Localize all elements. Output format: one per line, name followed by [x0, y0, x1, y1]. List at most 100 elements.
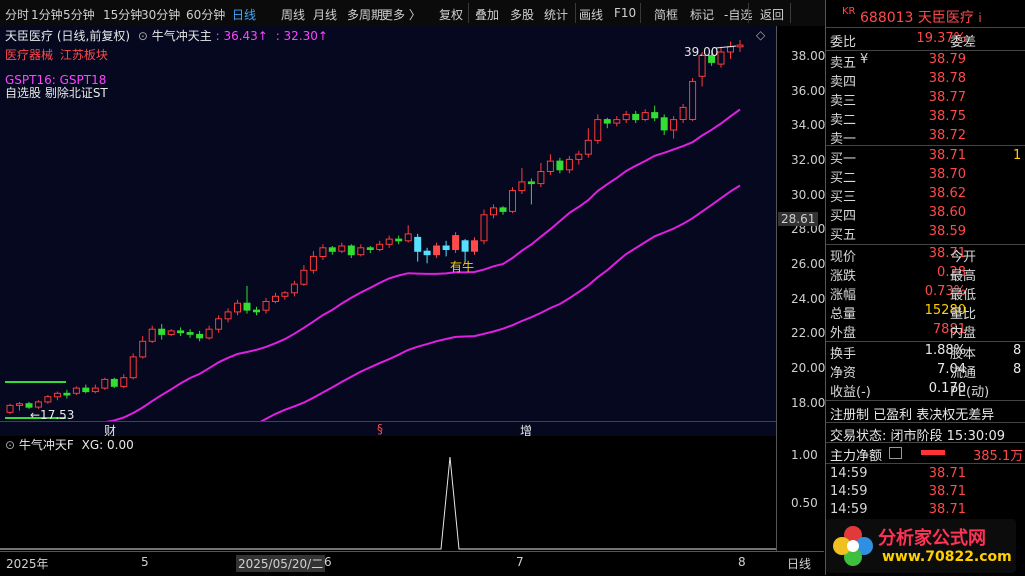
info-icon[interactable]: i [978, 11, 981, 25]
bid-label: 买二 [830, 171, 857, 186]
stat-row[interactable]: 外盘 7881 内盘 [830, 322, 1025, 341]
ask-row[interactable]: 卖四 38.78 [830, 71, 1025, 90]
candle-body [120, 377, 128, 387]
toolbar-item[interactable]: 画线 [579, 6, 603, 23]
stat-label-2: 今开 [950, 250, 977, 265]
stat-row[interactable]: 净资 7.04 流通 8 [830, 362, 1025, 381]
toolbar-item[interactable]: 月线 [313, 6, 337, 23]
indicator-toggle-icon[interactable]: ⊙ [5, 438, 15, 452]
event-strip: 财 § 增 [0, 421, 776, 438]
toolbar-item[interactable]: 30分钟 [141, 6, 180, 23]
sub-axis-label: 1.00 [791, 448, 818, 462]
toolbar-item[interactable]: 5分钟 [63, 6, 95, 23]
toolbar-item[interactable]: 更多 〉 [381, 6, 421, 23]
toolbar-item[interactable]: 简框 [654, 6, 678, 23]
stat-label: 外盘 [830, 326, 857, 341]
bull-signal-label: 有牛 [450, 260, 475, 274]
high-price-label: 39.00 [684, 45, 719, 59]
candle-body [442, 245, 450, 250]
toolbar-item[interactable]: 叠加 [475, 6, 499, 23]
bid-volume: 1 [1013, 148, 1022, 163]
stat-label: 总量 [830, 307, 857, 322]
stat-label-2: PE(动) [950, 385, 990, 400]
tick-row[interactable]: 14:59 38.71 [830, 502, 1025, 520]
bid-row[interactable]: 买四 38.60 [830, 205, 1025, 224]
toolbar-item[interactable]: 多股 [510, 6, 534, 23]
grid-icon[interactable] [889, 447, 902, 459]
toolbar-item[interactable]: 分时 [5, 6, 29, 23]
price-axis: 38.00 36.00 34.00 32.00 30.00 28.00 26.00 24.00… [776, 26, 825, 551]
stat-label-2: 最低 [950, 288, 977, 303]
stat-row[interactable]: 换手 1.88% 股本 8 [830, 343, 1025, 362]
ask-label: 卖五 [830, 56, 857, 71]
toolbar-item[interactable]: 1分钟 [31, 6, 63, 23]
ask-row[interactable]: 卖三 38.77 [830, 90, 1025, 109]
ma-line-1 [95, 108, 741, 426]
stat-row[interactable]: 涨幅 0.73% 最低 [830, 284, 1025, 303]
toolbar-item[interactable]: F10 [614, 6, 636, 20]
price-axis-label: 22.00 [791, 326, 826, 341]
candle-body [518, 181, 526, 192]
candle-body [452, 235, 460, 251]
candle-body [651, 112, 659, 119]
toolbar-item[interactable]: 复权 [439, 6, 463, 23]
weibi-row: 委比 19.37% 委差 [830, 31, 1025, 50]
toolbar-item[interactable]: 返回 [760, 6, 784, 23]
indicator-toggle-icon[interactable]: ⊙ [138, 29, 148, 43]
stat-label-2: 最高 [950, 269, 977, 284]
sector-tag[interactable]: 医疗器械 [5, 48, 53, 62]
time-axis-label: 8 [738, 555, 746, 569]
candle-body [527, 181, 535, 185]
sector-tag[interactable]: 江苏板块 [60, 48, 108, 62]
period-label[interactable]: 日线 [787, 555, 811, 572]
ask-price: 38.79 [928, 52, 966, 67]
toolbar-item[interactable]: 多周期 [347, 6, 383, 23]
candle-body [319, 247, 327, 258]
tick-row[interactable]: 14:59 38.71 [830, 466, 1025, 484]
ask-row[interactable]: 卖一 38.72 [830, 128, 1025, 147]
stat-row[interactable]: 总量 15280 量比 [830, 303, 1025, 322]
badges: 注册制 已盈利 表决权无差异 [830, 408, 995, 423]
candle-body [385, 238, 393, 245]
candle-body [376, 243, 384, 251]
bid-price: 38.70 [928, 167, 966, 182]
stat-label: 涨幅 [830, 288, 857, 303]
candle-body [366, 247, 374, 251]
stat-row[interactable]: 现价 38.71 今开 [830, 246, 1025, 265]
stat-row[interactable]: 涨跌 0.28 最高 [830, 265, 1025, 284]
sector-tags: 医疗器械 江苏板块 [5, 46, 108, 63]
sub-indicator-chart[interactable] [0, 436, 776, 551]
tick-row[interactable]: 14:59 38.71 [830, 484, 1025, 502]
bid-row[interactable]: 买五 38.59 [830, 224, 1025, 243]
mainforce-label: 主力净额 [830, 449, 883, 464]
ask-price: 38.72 [928, 128, 966, 143]
toolbar-item[interactable]: 15分钟 [103, 6, 142, 23]
toolbar-item[interactable]: 60分钟 [186, 6, 225, 23]
bid-row[interactable]: 买三 38.62 [830, 186, 1025, 205]
toolbar-item[interactable]: 统计 [544, 6, 568, 23]
toolbar-item[interactable]: 周线 [281, 6, 305, 23]
sub-indicator-name[interactable]: 牛气冲天F [19, 438, 74, 452]
main-chart[interactable]: 天臣医疗 (日线,前复权) ⊙ 牛气冲天主 : 36.43↑ : 32.30↑ … [0, 26, 776, 489]
candle-body [537, 171, 545, 185]
diamond-icon[interactable]: ◇ [756, 28, 765, 42]
ask-row[interactable]: 卖二 38.75 [830, 109, 1025, 128]
weibi-label: 委比 [830, 35, 857, 50]
candle-body [641, 112, 649, 120]
candlestick-chart[interactable] [0, 26, 776, 489]
bid-price: 38.62 [928, 186, 966, 201]
candle-body [717, 51, 725, 65]
toolbar-item[interactable]: 日线 [232, 6, 256, 23]
event-marker-s[interactable]: § [377, 422, 383, 436]
indicator-name[interactable]: 牛气冲天主 [152, 29, 212, 43]
bid-row[interactable]: 买二 38.70 [830, 167, 1025, 186]
sub-chart[interactable]: ⊙ 牛气冲天F XG: 0.00 [0, 436, 776, 551]
toolbar-item[interactable]: 标记 [690, 6, 714, 23]
stat-row[interactable]: 收益(-) 0.170 PE(动) [830, 381, 1025, 400]
candle-body [243, 302, 251, 311]
stat-label-2: 内盘 [950, 326, 977, 341]
bid-row[interactable]: 买一 38.71 1 [830, 148, 1025, 167]
price-axis-label: 32.00 [791, 153, 826, 168]
candle-body [565, 158, 573, 171]
ask-row[interactable]: 卖五 ¥38.79 [830, 52, 1025, 71]
